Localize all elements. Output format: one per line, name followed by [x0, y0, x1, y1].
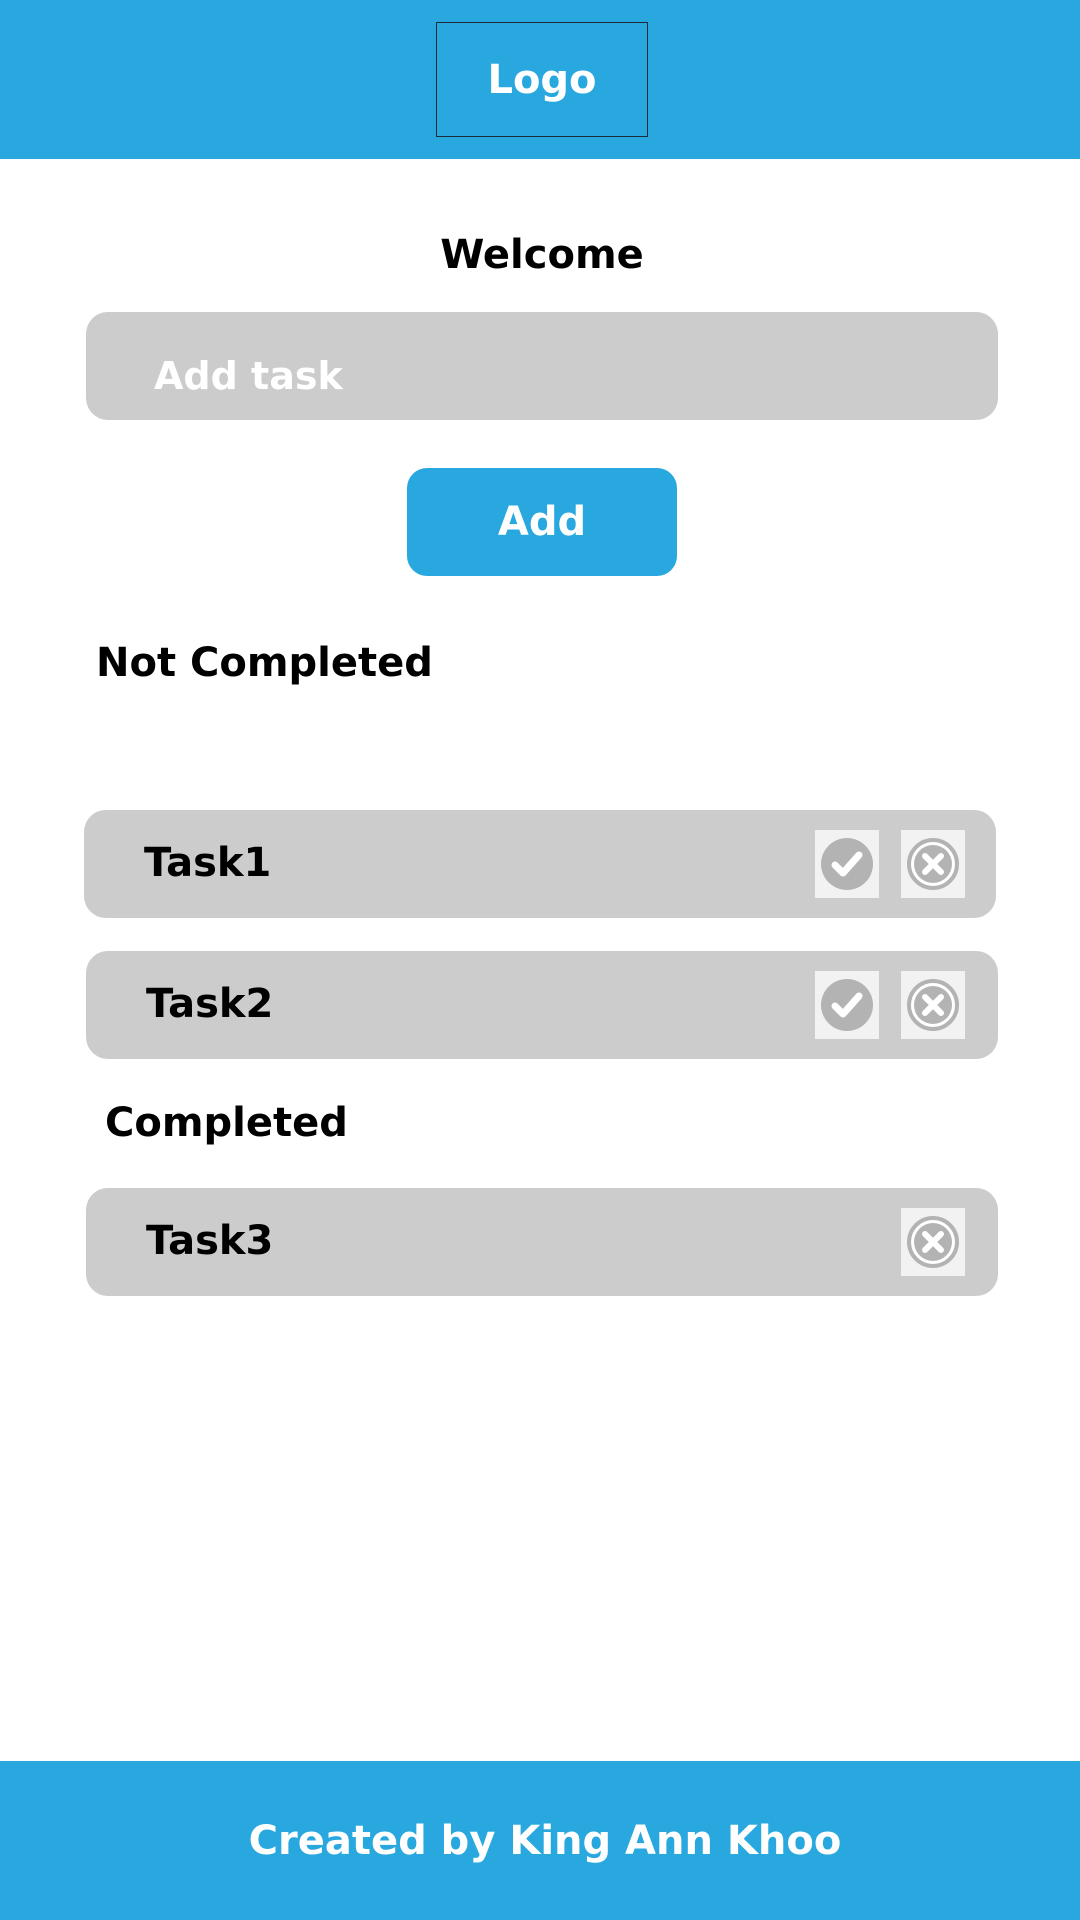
task-row: Task2: [86, 951, 998, 1059]
close-circle-icon: [907, 1216, 959, 1268]
close-circle-icon: [907, 979, 959, 1031]
app-header: Logo: [0, 0, 1080, 159]
check-circle-icon: [821, 838, 873, 890]
task-row: Task3: [86, 1188, 998, 1296]
welcome-heading: Welcome: [440, 232, 644, 278]
completed-heading: Completed: [105, 1100, 348, 1146]
add-task-input[interactable]: [86, 312, 998, 420]
delete-task-button[interactable]: [901, 830, 965, 898]
close-circle-icon: [907, 838, 959, 890]
task-label: Task3: [146, 1218, 274, 1264]
app-footer: Created by King Ann Khoo: [0, 1761, 1080, 1920]
add-button[interactable]: Add: [407, 468, 677, 576]
not-completed-heading: Not Completed: [96, 640, 433, 686]
complete-task-button[interactable]: [815, 830, 879, 898]
delete-task-button[interactable]: [901, 1208, 965, 1276]
check-circle-icon: [821, 979, 873, 1031]
task-row: Task1: [84, 810, 996, 918]
logo: Logo: [436, 22, 648, 137]
footer-credit: Created by King Ann Khoo: [248, 1817, 842, 1864]
delete-task-button[interactable]: [901, 971, 965, 1039]
complete-task-button[interactable]: [815, 971, 879, 1039]
task-label: Task2: [146, 981, 274, 1027]
task-label: Task1: [144, 840, 272, 886]
